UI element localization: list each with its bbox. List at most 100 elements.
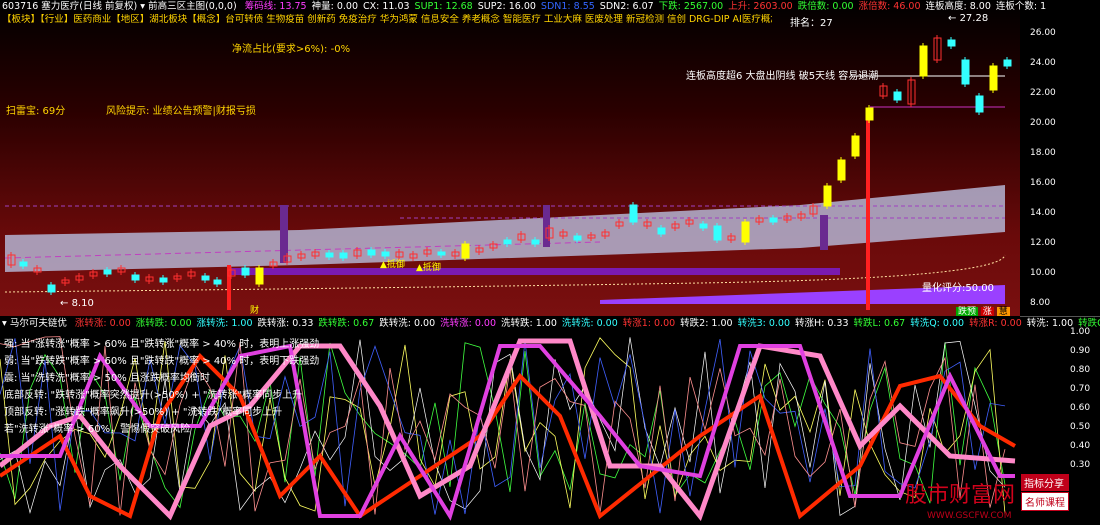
markov-value: 跌转跌: 0.67 [318,318,375,329]
candle-body [893,91,902,101]
candle-body [103,269,112,275]
candle-body [769,217,778,223]
probability-tick: 0.90 [1070,346,1091,356]
candle-body [159,277,168,283]
high-price-label: ← 27.28 [948,13,989,24]
watermark: 股市财富网 指标分享 名师课程 WWW.GSCFW.COM [905,474,1070,521]
header-value: 上升: 2603.00 [728,1,793,12]
candle-body [201,275,210,281]
markov-value: 洗转涨: 0.00 [440,318,496,329]
limit-up-note: 连板高度超6 大盘出阴线 破5天线 容易退潮 [686,71,879,82]
markov-value: 洗转跌: 1.00 [500,318,557,329]
purple-column-3 [820,215,828,250]
markov-note: 弱: 当"跌转跌"概率 > 60% 且"跌转跌"概率 > 40% 时，表明下跌强… [4,356,320,367]
candle-body [213,279,222,285]
wealth-marker: 财 [250,306,260,316]
pull-marker-1: ▲抵御 [380,260,405,270]
price-tick: 12.00 [1030,238,1056,248]
header-value: SDN2: 6.07 [599,1,654,12]
low-price-label: ← 8.10 [60,298,94,309]
header-value: SUP1: 12.68 [414,1,473,12]
markov-values: 涨转涨: 0.00 涨转跌: 0.00 涨转洗: 1.00 跌转涨: 0.33 跌转跌:… [70,318,1100,329]
candle-body [47,284,56,293]
candle-body [851,135,860,157]
markov-note: 震: 当"洗转洗"概率 > 50% 且涨跌概率均衡时 [4,373,210,384]
markov-note: 若"洗转涨"概率 > 60%，警惕假突破风险 [4,424,191,435]
candle-body [503,239,512,245]
chevron-down-icon[interactable]: ▾ [2,318,7,329]
candle-body [461,243,470,259]
stock-title[interactable]: 603716 塞力医疗(日线 前复权) [2,1,137,12]
price-tick: 14.00 [1030,208,1056,218]
candle-body [437,251,446,256]
chevron-down-icon[interactable]: ▾ [140,1,145,12]
price-tick: 8.00 [1030,298,1051,308]
candle-body [241,267,250,276]
probability-tick: 0.80 [1070,365,1091,375]
markov-panel[interactable]: ▾ 马尔可夫链优 涨转涨: 0.00 涨转跌: 0.00 涨转洗: 1.00 跌转涨:… [0,316,1100,525]
candle-body [699,223,708,229]
candle-body [741,221,750,243]
header-value: 连板高度: 8.00 [925,1,991,12]
scan-score: 扫雷宝: 69分 [6,106,66,117]
header-value: 筹码线: 13.75 [244,1,307,12]
watermark-url: WWW.GSCFW.COM [927,511,1012,521]
markov-value: 涨转跌: 0.00 [135,318,192,329]
header-value: 连板个数: 1 [995,1,1047,12]
candle-body [989,65,998,91]
markov-value: 转涨R: 0.00 [969,318,1022,329]
markov-value: 转洗: 1.00 [1026,318,1074,329]
candle-body [823,185,832,207]
markov-value: 转跌L: 0.67 [853,318,906,329]
watermark-tag2: 名师课程 [1021,492,1070,511]
rank-label: 排名：27 [790,18,833,29]
candle-body [961,59,970,85]
candle-body [367,249,376,256]
markov-value: 转涨1: 0.00 [622,318,676,329]
indicator-name[interactable]: 前高三区主图(0,0,0) [148,1,237,12]
price-tick: 20.00 [1030,118,1056,128]
candle-body [531,239,540,245]
price-tick: 24.00 [1030,58,1056,68]
purple-strip [230,268,840,275]
header-values: 筹码线: 13.75 神量: 0.00 CX: 11.03 SUP1: 12.68 SU… [240,1,1046,12]
candle-body [255,267,264,285]
markov-value: 转涨H: 0.33 [795,318,849,329]
header-value: SDN1: 8.55 [540,1,595,12]
candle-body [975,95,984,113]
probability-tick: 0.50 [1070,422,1091,432]
candle-body [947,39,956,47]
main-chart[interactable]: 603716 塞力医疗(日线 前复权) ▾ 前高三区主图(0,0,0) 筹码线:… [0,0,1100,317]
probability-tick: 0.30 [1070,460,1091,470]
main-chart-canvas [0,0,1020,316]
markov-title[interactable]: 马尔可夫链优 [10,318,67,329]
header-value: 下跌: 2567.00 [658,1,724,12]
candle-body [131,274,140,281]
candle-body [325,252,334,258]
price-tick: 10.00 [1030,268,1056,278]
probability-tick: 0.60 [1070,403,1091,413]
candle-body [339,252,348,259]
price-tick: 18.00 [1030,148,1056,158]
price-tick: 22.00 [1030,88,1056,98]
header-value: CX: 11.03 [362,1,410,12]
markov-value: 跌转洗: 0.00 [379,318,436,329]
header-value: 神量: 0.00 [311,1,358,12]
markov-value: 转跌2: 1.00 [680,318,733,329]
probability-tick: 0.40 [1070,441,1091,451]
red-bar-right [866,110,870,310]
markov-value: 涨转涨: 0.00 [74,318,131,329]
pull-marker-2: ▲抵御 [416,263,441,273]
probability-tick: 0.70 [1070,384,1091,394]
markov-value: 涨转洗: 1.00 [196,318,253,329]
candle-body [381,251,390,257]
markov-note: 强: 当"涨转涨"概率 > 60% 且"跌转涨"概率 > 40% 时，表明上涨强… [4,339,320,350]
markov-header: ▾ 马尔可夫链优 涨转涨: 0.00 涨转跌: 0.00 涨转洗: 1.00 跌转涨:… [2,318,1100,330]
markov-note: 顶部反转: "涨转跌"概率飙升(>50%) + "洗转跌"概率同步上升 [4,407,283,418]
watermark-name: 股市财富网 [905,482,1016,508]
markov-value: 转洗Q: 0.00 [910,318,965,329]
markov-value: 跌转涨: 0.33 [257,318,314,329]
candle-body [19,261,28,267]
risk-warning: 风险提示: 业绩公告预警|财报亏损 [106,106,256,117]
header-value: 涨倍数: 46.00 [858,1,921,12]
